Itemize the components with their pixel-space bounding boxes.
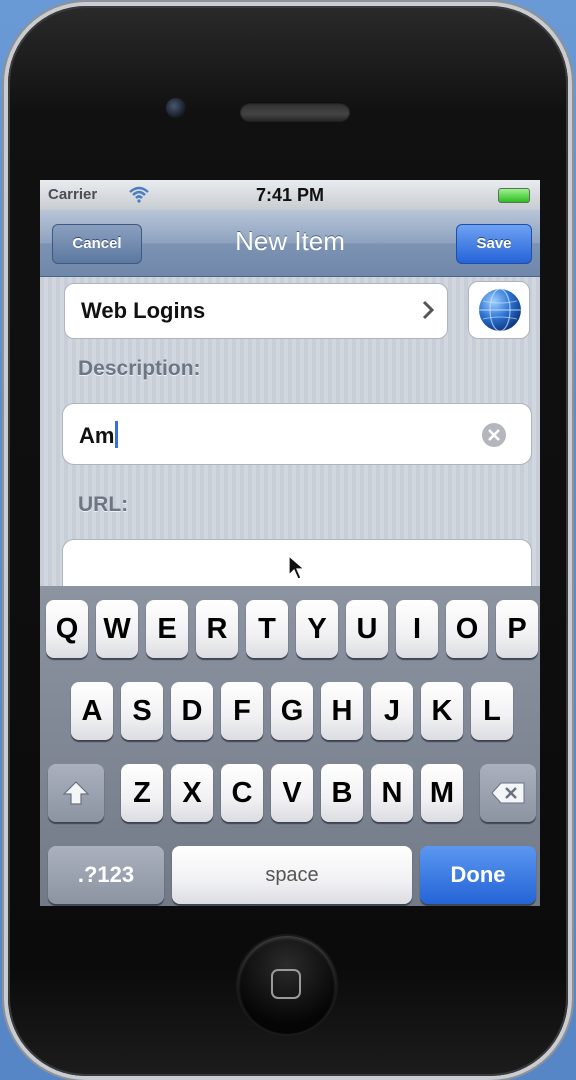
key-b[interactable]: B — [321, 764, 363, 822]
shift-key[interactable] — [48, 764, 104, 822]
key-f[interactable]: F — [221, 682, 263, 740]
speaker-grille — [240, 102, 350, 122]
iphone-simulator: Carrier 7:41 PM Cancel New Item Save Web… — [8, 6, 568, 1076]
home-button[interactable] — [238, 936, 336, 1034]
clear-icon[interactable] — [481, 422, 507, 448]
key-q[interactable]: Q — [46, 600, 88, 658]
key-g[interactable]: G — [271, 682, 313, 740]
key-w[interactable]: W — [96, 600, 138, 658]
status-bar: Carrier 7:41 PM — [40, 180, 540, 210]
key-j[interactable]: J — [371, 682, 413, 740]
key-r[interactable]: R — [196, 600, 238, 658]
status-time: 7:41 PM — [255, 185, 325, 205]
key-e[interactable]: E — [146, 600, 188, 658]
delete-key[interactable] — [480, 764, 536, 822]
key-s[interactable]: S — [121, 682, 163, 740]
key-k[interactable]: K — [421, 682, 463, 740]
globe-button[interactable] — [468, 281, 530, 339]
description-text: Am — [79, 423, 115, 448]
url-label: URL: — [78, 493, 129, 516]
description-value: Am — [79, 421, 119, 449]
key-z[interactable]: Z — [121, 764, 163, 822]
key-x[interactable]: X — [171, 764, 213, 822]
screen: Carrier 7:41 PM Cancel New Item Save Web… — [40, 180, 540, 906]
delete-icon — [491, 782, 525, 804]
numbers-key[interactable]: .?123 — [48, 846, 164, 904]
globe-icon — [479, 288, 521, 332]
mouse-pointer-icon — [288, 555, 306, 580]
key-u[interactable]: U — [346, 600, 388, 658]
key-l[interactable]: L — [471, 682, 513, 740]
key-o[interactable]: O — [446, 600, 488, 658]
shift-icon — [62, 781, 90, 805]
key-c[interactable]: C — [221, 764, 263, 822]
category-value: Web Logins — [81, 298, 206, 323]
category-cell[interactable]: Web Logins — [64, 283, 448, 339]
save-button[interactable]: Save — [456, 224, 532, 264]
navigation-bar: Cancel New Item Save — [40, 210, 540, 277]
description-input[interactable]: Am — [62, 403, 532, 465]
text-cursor — [115, 421, 119, 448]
key-i[interactable]: I — [396, 600, 438, 658]
key-h[interactable]: H — [321, 682, 363, 740]
chevron-right-icon — [422, 300, 435, 320]
done-key[interactable]: Done — [420, 846, 536, 904]
key-m[interactable]: M — [421, 764, 463, 822]
key-p[interactable]: P — [496, 600, 538, 658]
home-square-icon — [271, 969, 301, 999]
key-t[interactable]: T — [246, 600, 288, 658]
space-key[interactable]: space — [172, 846, 412, 904]
form-content: Web Logins Description: Am URL: — [40, 277, 540, 609]
key-v[interactable]: V — [271, 764, 313, 822]
key-y[interactable]: Y — [296, 600, 338, 658]
description-label: Description: — [78, 357, 201, 380]
battery-icon — [498, 188, 530, 203]
camera-icon — [166, 98, 186, 118]
keyboard: Q W E R T Y U I O P A S D F G H J K L Z — [40, 586, 540, 906]
key-a[interactable]: A — [71, 682, 113, 740]
key-n[interactable]: N — [371, 764, 413, 822]
key-d[interactable]: D — [171, 682, 213, 740]
